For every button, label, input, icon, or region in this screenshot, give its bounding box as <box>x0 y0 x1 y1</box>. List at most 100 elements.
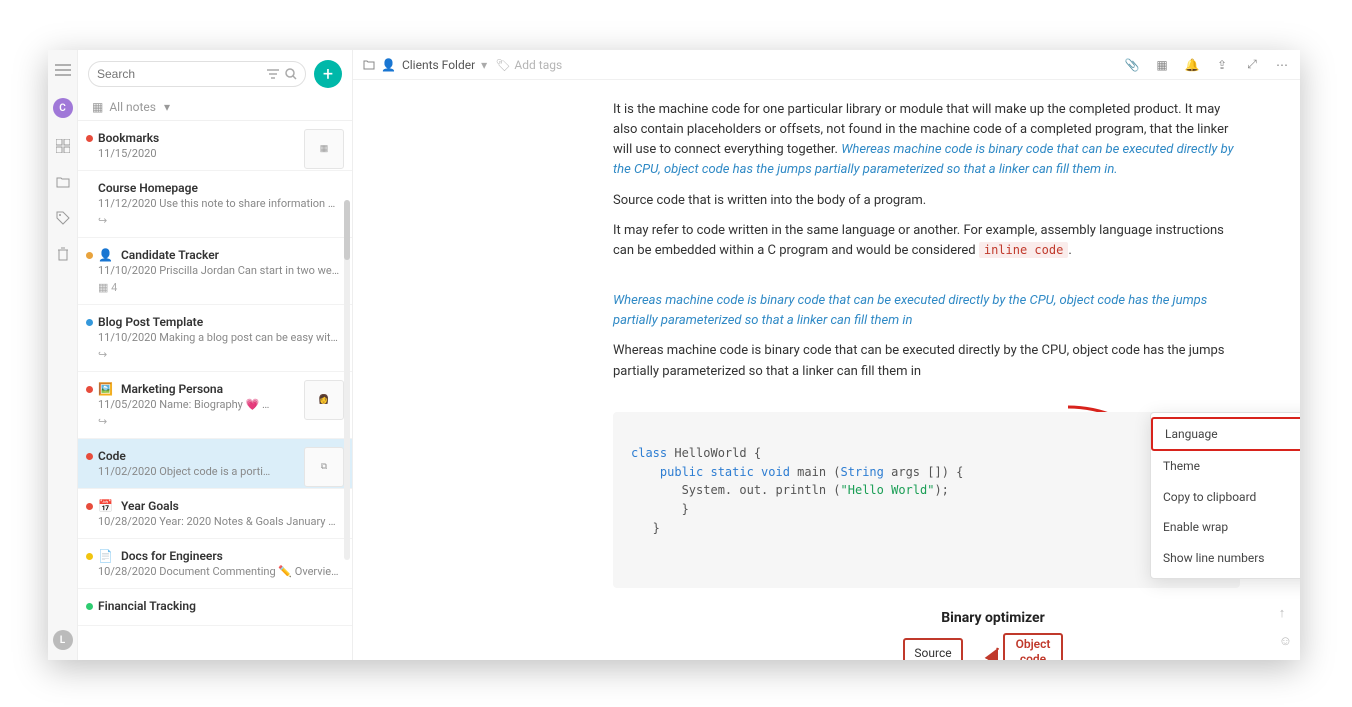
note-emoji-icon: 📅 <box>98 499 113 513</box>
note-list-item[interactable]: Bookmarks11/15/2020▦ <box>78 121 352 171</box>
link-text[interactable]: Whereas machine code is binary code that… <box>613 291 1240 331</box>
add-note-button[interactable]: + <box>314 60 342 88</box>
code-text: ); <box>934 483 948 497</box>
note-list-item[interactable]: Code11/02/2020 Object code is a porti…⧉ <box>78 439 352 489</box>
editor-topbar: 👤 Clients Folder ▾ 🏷 Add tags 📎 ▦ 🔔 ⇪ ⤢ … <box>353 50 1300 80</box>
code-context-menu: Language ▸ Theme ▸ Copy to clipboard Ena… <box>1150 412 1300 579</box>
note-title: 👤Candidate Tracker <box>98 248 340 262</box>
attachment-icon[interactable]: 📎 <box>1124 57 1140 73</box>
code-text: System. out. println ( <box>631 483 841 497</box>
note-emoji-icon: 📄 <box>98 549 113 563</box>
keyword: public static void <box>631 465 790 479</box>
note-list-item[interactable]: 👤Candidate Tracker 11/10/2020 Priscilla J… <box>78 238 352 305</box>
note-thumbnail: ▦ <box>304 129 344 169</box>
add-tags-button[interactable]: 🏷 Add tags <box>495 58 562 72</box>
note-list: Bookmarks11/15/2020▦ Course Homepage 11/12… <box>78 121 352 660</box>
note-title: Blog Post Template <box>98 315 340 329</box>
note-thumbnail: ⧉ <box>304 447 344 487</box>
color-dot <box>86 553 93 560</box>
trash-icon[interactable] <box>55 246 71 262</box>
breadcrumb-emoji: 👤 <box>381 58 396 72</box>
paragraph: Whereas machine code is binary code that… <box>613 341 1240 381</box>
menu-label: Enable wrap <box>1163 518 1228 537</box>
note-emoji-icon: 👤 <box>98 248 113 262</box>
note-list-item[interactable]: Blog Post Template11/10/2020 Making a bl… <box>78 305 352 372</box>
all-notes-selector[interactable]: ▦ All notes ▾ <box>78 94 352 121</box>
note-extra: ↪ <box>98 214 340 227</box>
menu-item-linenumbers[interactable]: Show line numbers <box>1151 543 1300 574</box>
code-text: main ( <box>790 465 841 479</box>
note-list-item[interactable]: 📄Docs for Engineers10/28/2020 Document C… <box>78 539 352 589</box>
menu-item-copy[interactable]: Copy to clipboard <box>1151 482 1300 513</box>
note-list-item[interactable]: Financial Tracking <box>78 589 352 626</box>
string: "Hello World" <box>841 483 935 497</box>
add-tags-label: Add tags <box>514 58 562 72</box>
paragraph: It may refer to code written in the same… <box>613 221 1240 261</box>
menu-label: Theme <box>1163 457 1200 476</box>
code-text: } <box>631 521 660 535</box>
bell-icon[interactable]: 🔔 <box>1184 57 1200 73</box>
grid-icon[interactable]: ▦ <box>1154 57 1170 73</box>
diagram-box-object: Object code <box>1003 633 1063 660</box>
list-scrollbar[interactable] <box>344 200 350 560</box>
note-extra: ▦ 4 <box>98 281 340 294</box>
emoji-icon[interactable]: ☺ <box>1279 632 1292 652</box>
menu-label: Copy to clipboard <box>1163 488 1256 507</box>
color-dot <box>86 503 93 510</box>
note-meta: 11/10/2020 Priscilla Jordan Can start in… <box>98 264 340 277</box>
dashed-arrow <box>948 643 1008 660</box>
code-text: } <box>631 502 689 516</box>
menu-item-language[interactable]: Language ▸ <box>1151 417 1300 452</box>
note-title: Financial Tracking <box>98 599 340 613</box>
note-title: 📄Docs for Engineers <box>98 549 340 563</box>
note-extra: ↪ <box>98 348 340 361</box>
period: . <box>1068 243 1071 258</box>
search-input[interactable] <box>97 67 261 81</box>
app-window: C L <box>48 50 1300 660</box>
color-dot <box>86 453 93 460</box>
note-list-item[interactable]: 📅Year Goals 10/28/2020 Year: 2020 Notes &… <box>78 489 352 539</box>
diagram-title: Binary optimizer <box>753 608 1233 630</box>
note-title: Course Homepage <box>98 181 340 195</box>
text: It may refer to code written in the same… <box>613 223 1224 258</box>
menu-item-wrap[interactable]: Enable wrap <box>1151 512 1300 543</box>
second-avatar[interactable]: L <box>53 630 73 650</box>
menu-item-theme[interactable]: Theme ▸ <box>1151 451 1300 482</box>
color-dot <box>86 603 93 610</box>
search-input-container <box>88 61 306 87</box>
note-title: 📅Year Goals <box>98 499 340 513</box>
paragraph: Source code that is written into the bod… <box>613 191 1240 211</box>
code-block-wrapper: class HelloWorld { public static void ma… <box>613 412 1240 589</box>
code-text: HelloWorld { <box>667 446 761 460</box>
grid-icon[interactable] <box>55 138 71 154</box>
grid-small-icon: ▦ <box>92 100 103 114</box>
note-meta: 10/28/2020 Year: 2020 Notes & Goals Janu… <box>98 515 340 528</box>
note-emoji-icon: 🖼️ <box>98 382 113 396</box>
note-list-panel: + ▦ All notes ▾ Bookmarks11/15/2020▦Cour… <box>78 50 353 660</box>
expand-icon[interactable]: ⤢ <box>1244 57 1260 73</box>
folder-icon[interactable] <box>55 174 71 190</box>
note-meta: 11/12/2020 Use this note to share inform… <box>98 197 340 210</box>
breadcrumb[interactable]: 👤 Clients Folder ▾ <box>363 58 487 72</box>
editor-panel: 👤 Clients Folder ▾ 🏷 Add tags 📎 ▦ 🔔 ⇪ ⤢ … <box>353 50 1300 660</box>
scroll-top-icon[interactable]: ↑ <box>1279 604 1292 624</box>
chevron-down-icon: ▾ <box>164 100 170 114</box>
note-list-item[interactable]: 🖼️Marketing Persona11/05/2020 Name: Biog… <box>78 372 352 439</box>
left-rail: C L <box>48 50 78 660</box>
breadcrumb-label: Clients Folder <box>402 58 475 72</box>
note-thumbnail: 👩 <box>304 380 344 420</box>
code-text: args []) { <box>884 465 963 479</box>
share-icon[interactable]: ⇪ <box>1214 57 1230 73</box>
search-icon[interactable] <box>285 68 297 80</box>
note-list-item[interactable]: Course Homepage 11/12/2020 Use this note … <box>78 171 352 238</box>
binary-optimizer-diagram: Binary optimizer Source Object code ↓ ↓ … <box>753 608 1233 660</box>
user-avatar[interactable]: C <box>53 98 73 118</box>
note-body: It is the machine code for one particula… <box>353 80 1300 660</box>
menu-icon[interactable] <box>55 62 71 78</box>
keyword: String <box>841 465 884 479</box>
tag-icon[interactable] <box>55 210 71 226</box>
filter-icon[interactable] <box>267 69 279 79</box>
more-icon[interactable]: ⋯ <box>1274 57 1290 73</box>
code-block[interactable]: class HelloWorld { public static void ma… <box>613 412 1240 589</box>
floating-actions: ↑ ☺ <box>1279 604 1292 652</box>
